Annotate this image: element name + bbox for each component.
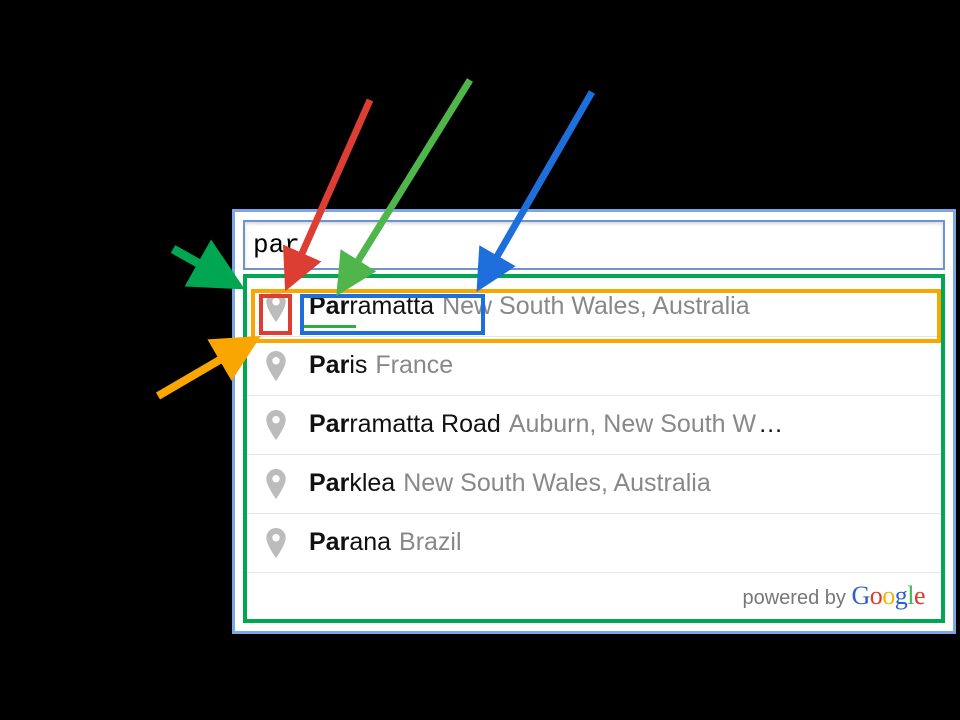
suggestion-match-bold: Par bbox=[309, 469, 349, 497]
search-field-wrap bbox=[243, 220, 945, 270]
suggestion-match-bold: Par bbox=[309, 528, 349, 556]
autocomplete-panel: Par ramatta New South Wales, Australia Pa… bbox=[232, 209, 956, 634]
suggestion-main-text: Paris bbox=[309, 351, 367, 380]
map-pin-icon bbox=[265, 528, 287, 558]
suggestion-secondary-text: Brazil bbox=[399, 528, 462, 557]
suggestion-secondary-text: New South Wales, Australia bbox=[403, 469, 711, 498]
attribution-prefix: powered by bbox=[742, 587, 851, 609]
search-input[interactable] bbox=[251, 224, 937, 266]
map-pin-icon bbox=[265, 469, 287, 499]
suggestion-match-bold: Par bbox=[309, 351, 349, 379]
suggestion-item[interactable]: Parklea New South Wales, Australia bbox=[247, 455, 941, 514]
map-pin-icon bbox=[265, 351, 287, 381]
map-pin-icon bbox=[265, 410, 287, 440]
suggestion-match-bold: Par bbox=[309, 410, 349, 438]
suggestion-rest: ramatta bbox=[349, 292, 434, 320]
map-pin-icon bbox=[265, 292, 287, 322]
annotation-bold-underline bbox=[304, 302, 356, 328]
suggestion-rest: klea bbox=[349, 469, 395, 497]
suggestion-item[interactable]: Paris France bbox=[247, 337, 941, 396]
attribution: powered by Google bbox=[247, 573, 941, 619]
suggestion-secondary-text: Auburn, New South W bbox=[509, 410, 756, 439]
google-logo: Google bbox=[851, 581, 925, 610]
suggestion-item[interactable]: Parramatta Road Auburn, New South W… bbox=[247, 396, 941, 455]
suggestion-secondary-text: New South Wales, Australia bbox=[442, 292, 750, 321]
suggestion-secondary-text: France bbox=[375, 351, 453, 380]
suggestion-rest: ramatta Road bbox=[349, 410, 500, 438]
ellipsis: … bbox=[758, 410, 784, 439]
suggestion-main-text: Parramatta Road bbox=[309, 410, 501, 439]
suggestion-rest: is bbox=[349, 351, 367, 379]
suggestion-main-text: Parklea bbox=[309, 469, 395, 498]
suggestion-rest: ana bbox=[349, 528, 391, 556]
suggestion-item[interactable]: Parana Brazil bbox=[247, 514, 941, 573]
suggestion-main-text: Parana bbox=[309, 528, 391, 557]
